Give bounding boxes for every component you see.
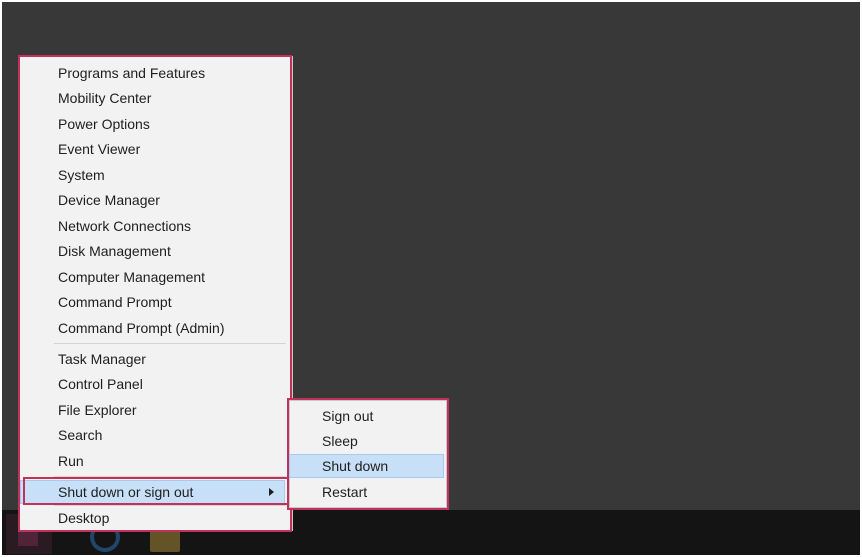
menu-separator <box>54 476 286 477</box>
submenu-arrow-icon <box>269 488 274 496</box>
menu-item-mobility-center[interactable]: Mobility Center <box>20 86 285 110</box>
menu-item-file-explorer[interactable]: File Explorer <box>20 398 285 422</box>
menu-item-label: Shut down or sign out <box>58 484 194 500</box>
submenu-item-shut-down[interactable]: Shut down <box>289 454 444 478</box>
menu-item-programs-and-features[interactable]: Programs and Features <box>20 61 285 85</box>
menu-item-event-viewer[interactable]: Event Viewer <box>20 137 285 161</box>
submenu-item-sleep[interactable]: Sleep <box>289 429 444 453</box>
submenu-item-restart[interactable]: Restart <box>289 480 444 504</box>
menu-item-search[interactable]: Search <box>20 423 285 447</box>
menu-item-computer-management[interactable]: Computer Management <box>20 265 285 289</box>
menu-item-task-manager[interactable]: Task Manager <box>20 347 285 371</box>
menu-item-command-prompt[interactable]: Command Prompt <box>20 290 285 314</box>
menu-item-run[interactable]: Run <box>20 449 285 473</box>
menu-item-power-options[interactable]: Power Options <box>20 112 285 136</box>
menu-item-network-connections[interactable]: Network Connections <box>20 214 285 238</box>
menu-item-disk-management[interactable]: Disk Management <box>20 239 285 263</box>
submenu-item-sign-out[interactable]: Sign out <box>289 404 444 428</box>
menu-item-command-prompt-admin[interactable]: Command Prompt (Admin) <box>20 316 285 340</box>
menu-separator <box>54 343 286 344</box>
menu-item-desktop[interactable]: Desktop <box>20 506 285 530</box>
menu-item-control-panel[interactable]: Control Panel <box>20 372 285 396</box>
menu-item-device-manager[interactable]: Device Manager <box>20 188 285 212</box>
menu-item-system[interactable]: System <box>20 163 285 187</box>
menu-item-shut-down-or-sign-out[interactable]: Shut down or sign out <box>20 480 285 504</box>
